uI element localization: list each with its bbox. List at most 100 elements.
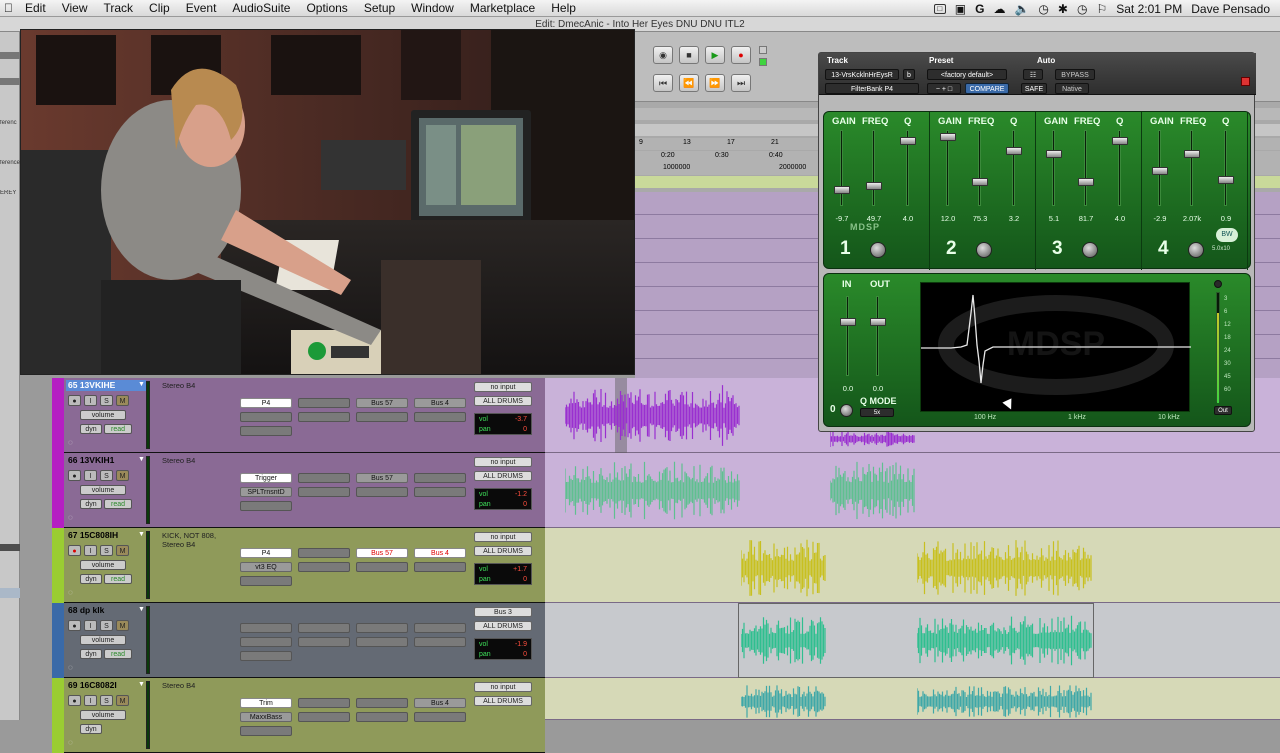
phase-knob[interactable] [840, 404, 853, 417]
insert-slot-b[interactable]: SPLTrnsntD [240, 487, 292, 497]
output-fader-track[interactable] [876, 296, 879, 376]
band-gain-track[interactable] [1052, 130, 1055, 206]
dropbox-icon[interactable]: □ [933, 3, 946, 14]
input-monitor-button[interactable]: I [84, 470, 97, 481]
track-menu-icon[interactable]: ▼ [138, 606, 145, 613]
time-machine-icon[interactable]: ◷ [1038, 2, 1048, 16]
menu-marketplace[interactable]: Marketplace [462, 1, 543, 15]
track-strip[interactable]: 65 13VKIHE ▼ ● I S Mvolume dyn read ◌ Stereo B4 P4… [52, 378, 545, 453]
band-freq-track[interactable] [1190, 130, 1193, 206]
play-button[interactable]: ▶ [705, 46, 725, 64]
input-selector[interactable]: no input [474, 382, 532, 392]
band-freq-track[interactable] [978, 130, 981, 206]
mute-button[interactable]: M [116, 470, 129, 481]
insert-slot-c[interactable] [240, 426, 292, 436]
list-item[interactable]: ference [0, 160, 20, 166]
band-gain-fader[interactable] [834, 185, 850, 194]
insert-slot-a[interactable]: Trigger [240, 473, 292, 483]
qmode-button[interactable]: 5x [860, 408, 894, 417]
audio-clip[interactable] [741, 538, 826, 598]
input-fader[interactable] [840, 318, 856, 326]
list-handle[interactable] [0, 78, 20, 85]
band-freq-fader[interactable] [1078, 177, 1094, 186]
fast-forward-button[interactable]: ⏩ [705, 74, 725, 92]
mute-button[interactable]: M [116, 545, 129, 556]
wifi-icon[interactable]: ◷ [1077, 2, 1087, 16]
insert-slot-b[interactable] [240, 412, 292, 422]
solo-button[interactable]: S [100, 695, 113, 706]
insert-slot-e[interactable] [298, 412, 350, 422]
automation-mode-selector[interactable]: read [104, 424, 132, 434]
send-slot-d[interactable] [414, 712, 466, 722]
send-slot-d[interactable] [414, 562, 466, 572]
insert-slot-c[interactable] [240, 576, 292, 586]
automation-mode-selector[interactable]: read [104, 574, 132, 584]
go-to-end-button[interactable]: ⏭ [731, 74, 751, 92]
send-slot-b[interactable] [356, 637, 408, 647]
audio-clip[interactable] [830, 458, 915, 523]
dyn-button[interactable]: dyn [80, 724, 102, 734]
automation-view-selector[interactable]: volume [80, 410, 126, 420]
rewind-button[interactable]: ⏪ [679, 74, 699, 92]
insert-slot-e[interactable] [298, 712, 350, 722]
band-q-fader[interactable] [1218, 176, 1234, 185]
input-monitor-button[interactable]: I [84, 395, 97, 406]
insert-slot-a[interactable]: Trim [240, 698, 292, 708]
volume-pan-display[interactable]: vol -1.2 pan 0 [474, 488, 532, 510]
track-strip[interactable]: 68 dp klk ▼ ● I S Mvolume dyn read ◌ Bus 3 ALL DRU… [52, 603, 545, 678]
send-slot-d[interactable] [414, 487, 466, 497]
band-gain-fader[interactable] [1046, 150, 1062, 159]
band-freq-fader[interactable] [972, 177, 988, 186]
audio-clip[interactable] [741, 683, 826, 720]
track-color-bar[interactable] [52, 603, 64, 678]
insert-slot-e[interactable] [298, 637, 350, 647]
audio-clip[interactable] [741, 613, 826, 668]
band-q-fader[interactable] [900, 136, 916, 145]
insert-slot-e[interactable] [298, 562, 350, 572]
automation-view-selector[interactable]: volume [80, 485, 126, 495]
send-slot-c[interactable]: Bus 4 [414, 698, 466, 708]
menu-track[interactable]: Track [95, 1, 141, 15]
dyn-button[interactable]: dyn [80, 649, 102, 659]
insert-slot-a[interactable]: P4 [240, 548, 292, 558]
track-name[interactable]: 67 15C808IH [66, 530, 146, 541]
insert-slot-d[interactable] [298, 623, 350, 633]
dyn-button[interactable]: dyn [80, 499, 102, 509]
volume-pan-display[interactable]: vol -3.7 pan 0 [474, 413, 532, 435]
band-q-fader[interactable] [1112, 136, 1128, 145]
track-selector[interactable]: 13-VrsKcklnHrEysR [825, 69, 899, 80]
input-selector[interactable]: no input [474, 532, 532, 542]
apple-icon[interactable]:  [0, 1, 17, 15]
mute-button[interactable]: M [116, 395, 129, 406]
insert-slot-a[interactable]: P4 [240, 398, 292, 408]
menu-clip[interactable]: Clip [141, 1, 178, 15]
cloud-icon[interactable]: ☁ [993, 2, 1005, 16]
input-selector[interactable]: Bus 3 [474, 607, 532, 617]
insert-slot-c[interactable] [240, 501, 292, 511]
flag-icon[interactable]: ⚐ [1096, 2, 1107, 16]
loop-indicator[interactable] [759, 46, 767, 54]
audio-clip[interactable] [917, 613, 1092, 668]
automation-mode-selector[interactable]: read [104, 649, 132, 659]
band-type-knob[interactable] [870, 242, 886, 258]
input-selector[interactable]: no input [474, 682, 532, 692]
band-gain-track[interactable] [840, 130, 843, 206]
menu-audiosuite[interactable]: AudioSuite [224, 1, 298, 15]
band-freq-track[interactable] [872, 130, 875, 206]
send-slot-c[interactable]: Bus 4 [414, 398, 466, 408]
send-slot-c[interactable] [414, 473, 466, 483]
input-monitor-button[interactable]: I [84, 545, 97, 556]
track-color-bar[interactable] [52, 528, 64, 603]
track-info-icon[interactable]: ◌ [68, 663, 73, 672]
input-monitor-button[interactable]: I [84, 620, 97, 631]
frequency-scope[interactable]: MDSP [920, 282, 1191, 412]
clip-led[interactable] [1214, 280, 1222, 288]
band-freq-fader[interactable] [866, 181, 882, 190]
return-to-zero-button[interactable]: ⏮ [653, 74, 673, 92]
track-lane[interactable] [545, 678, 1280, 720]
preset-selector[interactable]: <factory default> [927, 69, 1007, 80]
track-b-button[interactable]: b [903, 69, 915, 80]
audio-clip[interactable] [917, 683, 1092, 720]
band-gain-fader[interactable] [1152, 167, 1168, 176]
menu-options[interactable]: Options [298, 1, 355, 15]
